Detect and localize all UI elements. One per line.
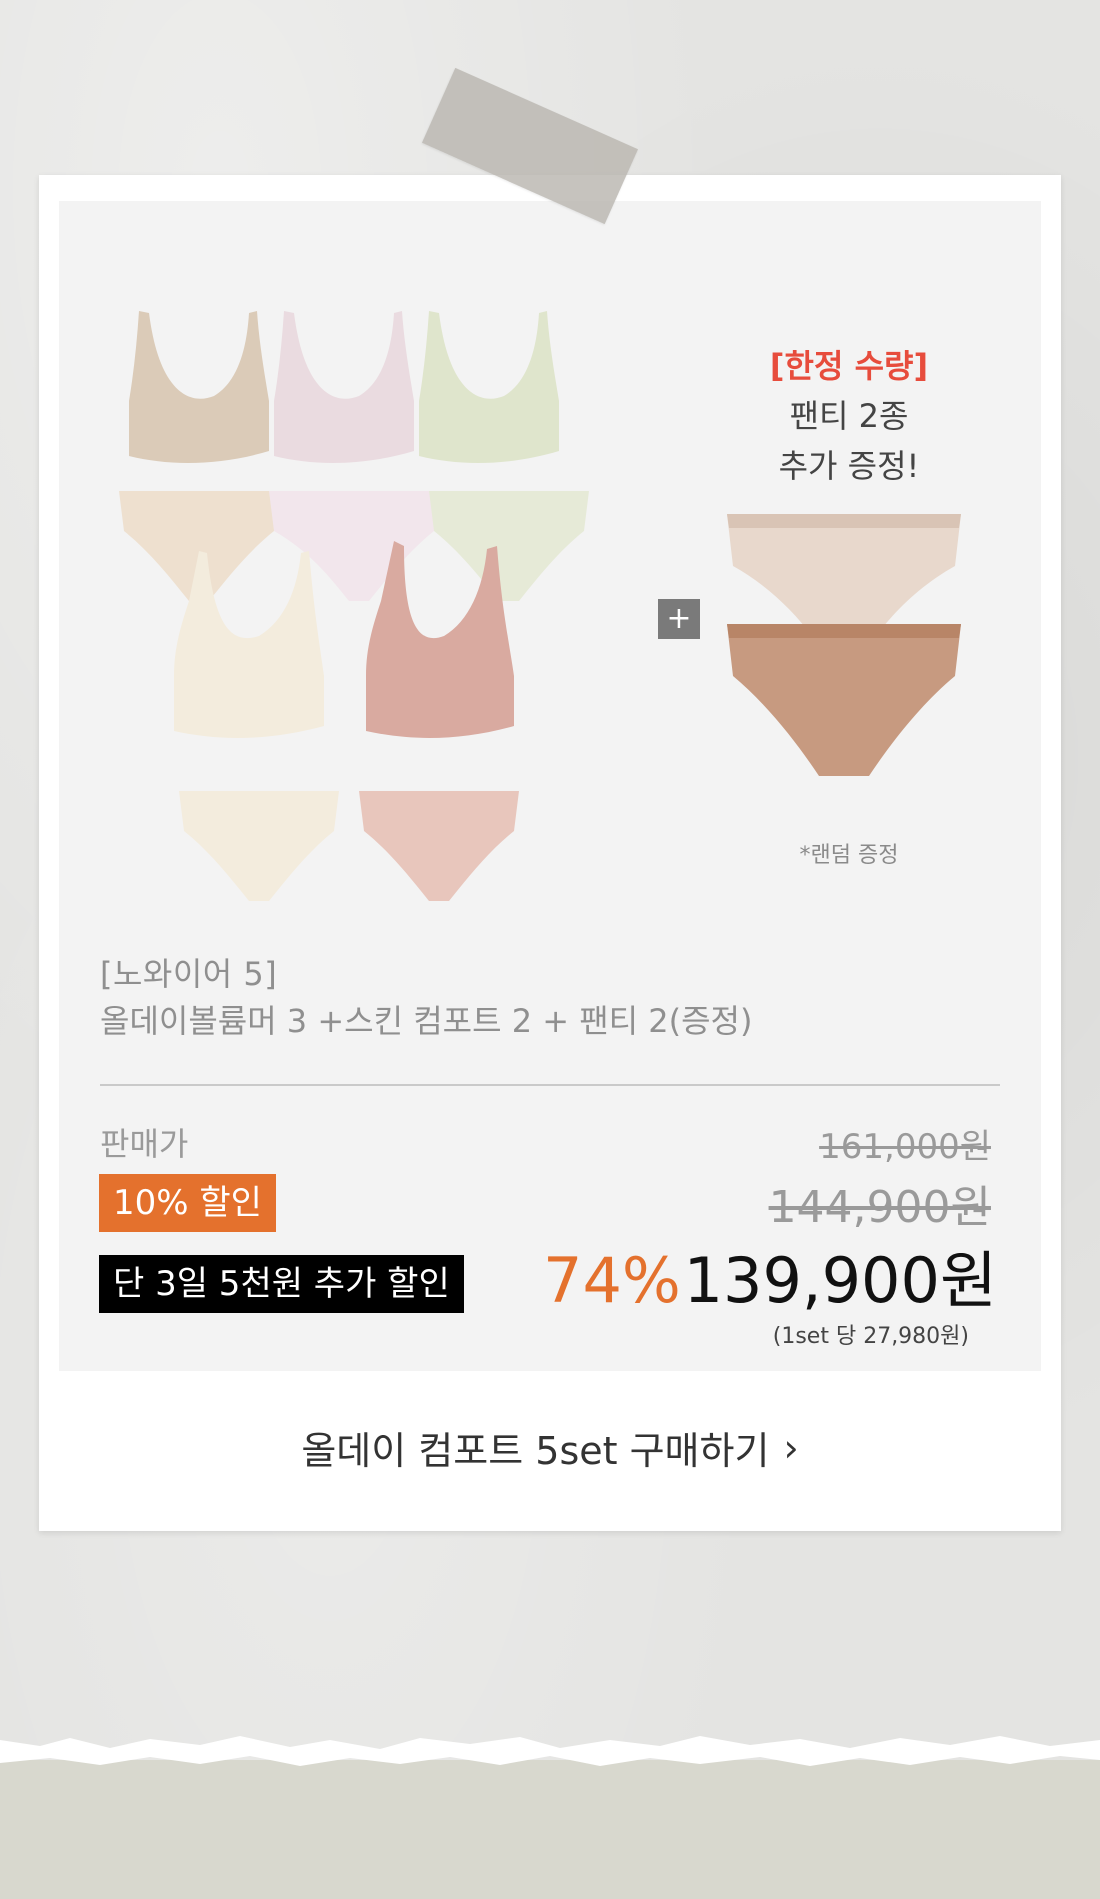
buy-button[interactable]: 올데이 컴포트 5set 구매하기 › bbox=[39, 1400, 1061, 1495]
torn-paper-edge bbox=[0, 1736, 1100, 1766]
bra-pink bbox=[274, 311, 414, 463]
gift-line-2: 추가 증정! bbox=[778, 447, 920, 485]
extra-discount-badge: 단 3일 5천원 추가 할인 bbox=[99, 1255, 464, 1313]
plus-icon: + bbox=[658, 599, 700, 639]
bra-mint bbox=[419, 311, 559, 463]
product-title-detail: 올데이볼륨머 3 +스킨 컴포트 2 + 팬티 2(증정) bbox=[100, 1002, 753, 1040]
limited-quantity-label: [한정 수량] bbox=[769, 347, 929, 385]
product-title-category: [노와이어 5] bbox=[100, 955, 278, 993]
random-gift-note: *랜덤 증정 bbox=[799, 843, 899, 868]
final-price: 139,900원 bbox=[683, 1244, 997, 1317]
gift-promo: [한정 수량] 팬티 2종 추가 증정! bbox=[699, 341, 999, 491]
discount-percent: 74% bbox=[543, 1244, 681, 1317]
original-price: 161,000원 bbox=[819, 1127, 991, 1167]
chevron-right-icon: › bbox=[783, 1425, 799, 1470]
discount-badge: 10% 할인 bbox=[99, 1174, 276, 1232]
product-card: + [한정 수량] 팬티 2종 추가 증정! *랜덤 증정 [노와이어 5] 올… bbox=[39, 175, 1061, 1531]
per-set-price: (1set 당 27,980원) bbox=[772, 1324, 969, 1349]
bra-beige bbox=[129, 311, 269, 463]
price-label: 판매가 bbox=[100, 1125, 189, 1163]
product-panel: + [한정 수량] 팬티 2종 추가 증정! *랜덤 증정 [노와이어 5] 올… bbox=[59, 201, 1041, 1371]
gift-panties-image bbox=[727, 514, 961, 776]
divider bbox=[100, 1084, 1000, 1086]
discounted-price: 144,900원 bbox=[768, 1182, 991, 1233]
plus-sign: + bbox=[666, 601, 692, 636]
product-set-image bbox=[119, 311, 589, 901]
buy-button-label: 올데이 컴포트 5set 구매하기 bbox=[301, 1429, 770, 1473]
gift-line-1: 팬티 2종 bbox=[789, 397, 909, 435]
